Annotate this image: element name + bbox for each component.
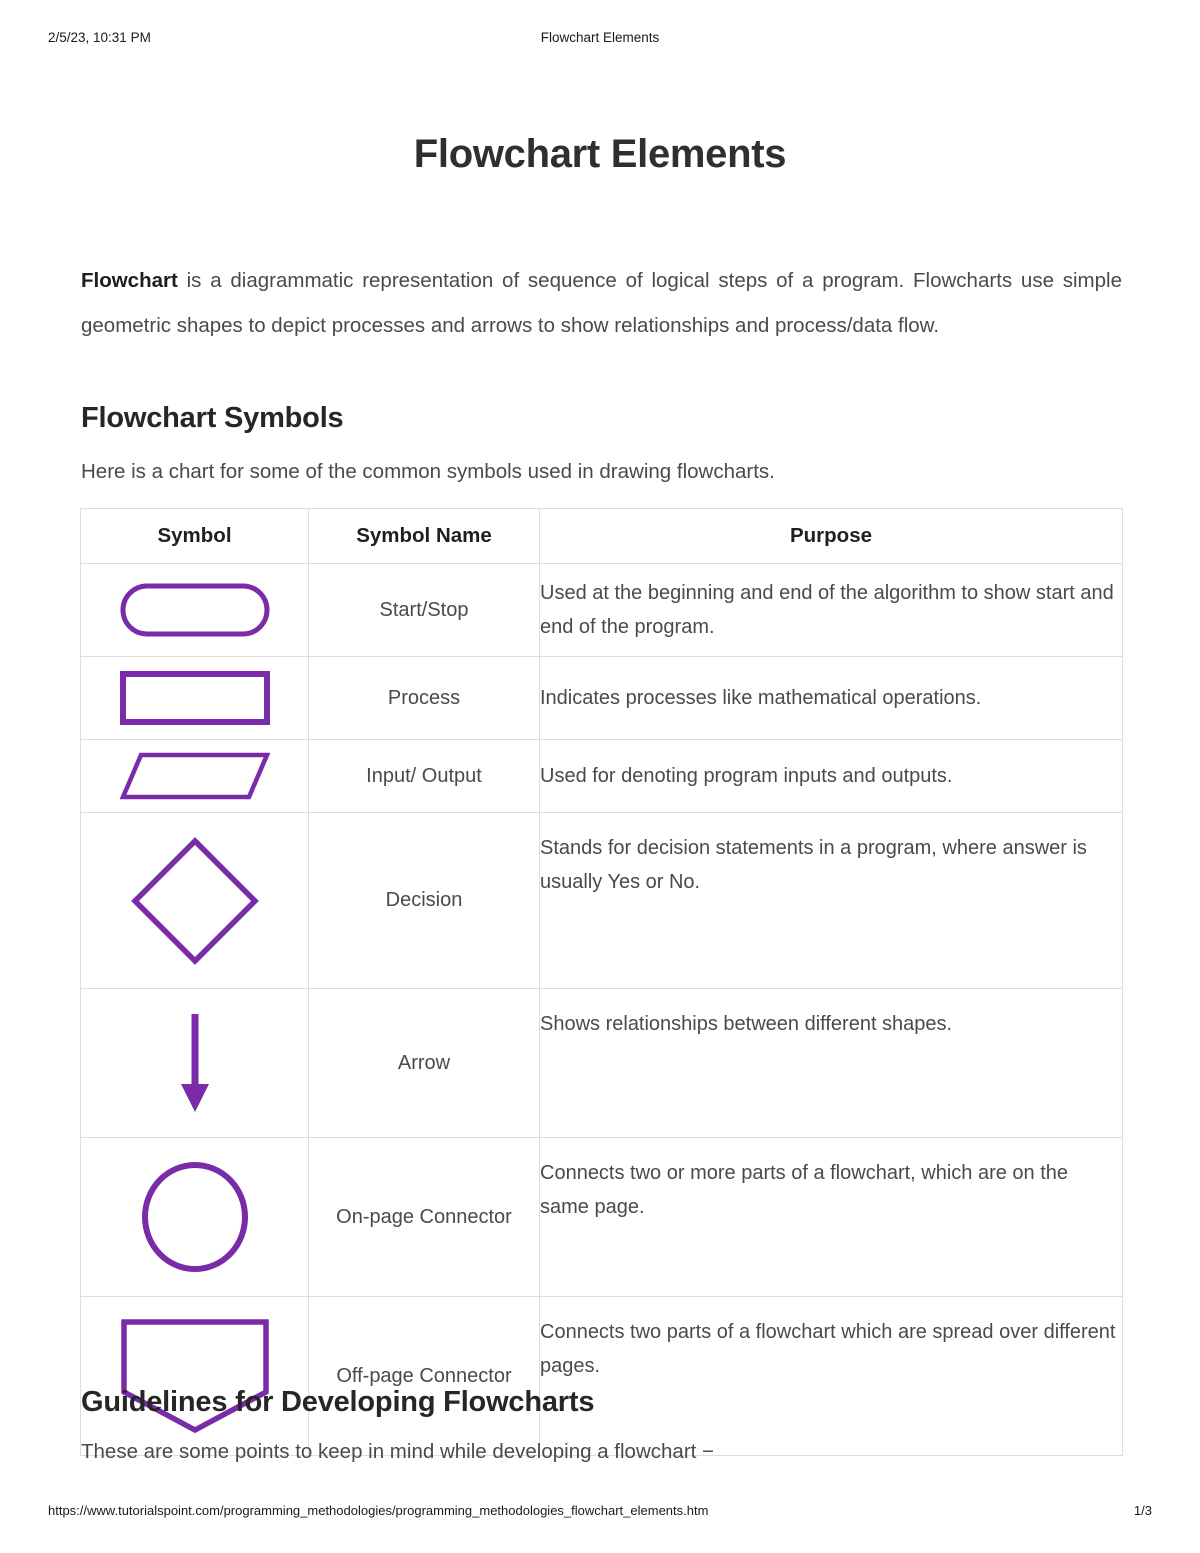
section-lead-flowchart-symbols: Here is a chart for some of the common s… [81, 460, 775, 483]
section-heading-flowchart-symbols: Flowchart Symbols [81, 402, 344, 434]
symbol-purpose-cell: Used for denoting program inputs and out… [539, 739, 1123, 813]
circle-shape-icon [139, 1161, 251, 1273]
table-row: Off-page Connector Connects two parts of… [80, 1296, 1123, 1456]
symbol-name-cell: Arrow [308, 988, 540, 1138]
intro-body-text: is a diagrammatic representation of sequ… [81, 269, 1122, 337]
column-header-purpose: Purpose [539, 508, 1123, 564]
symbol-name-cell: Process [308, 656, 540, 740]
table-row: Process Indicates processes like mathema… [80, 656, 1123, 740]
footer-source-url: https://www.tutorialspoint.com/programmi… [48, 1503, 709, 1518]
table-row: Arrow Shows relationships between differ… [80, 988, 1123, 1138]
rectangle-shape-icon [119, 671, 270, 725]
symbol-name-cell: Decision [308, 812, 540, 989]
symbol-cell-off-page-connector [80, 1296, 309, 1456]
print-header: 2/5/23, 10:31 PM Flowchart Elements [0, 30, 1200, 50]
table-row: On-page Connector Connects two or more p… [80, 1137, 1123, 1297]
symbol-cell-process [80, 656, 309, 740]
page-title: Flowchart Elements [413, 132, 787, 176]
symbol-name-cell: Start/Stop [308, 563, 540, 657]
symbol-purpose-cell: Indicates processes like mathematical op… [539, 656, 1123, 740]
column-header-symbol-name: Symbol Name [308, 508, 540, 564]
table-row: Input/ Output Used for denoting program … [80, 739, 1123, 813]
symbol-purpose-cell: Connects two or more parts of a flowchar… [539, 1137, 1123, 1297]
symbol-cell-input-output [80, 739, 309, 813]
flowchart-symbols-table: Symbol Symbol Name Purpose Start/Stop Us… [80, 508, 1123, 1456]
symbol-cell-decision [80, 812, 309, 989]
footer-page-number: 1/3 [1133, 1503, 1152, 1518]
symbol-name-cell: On-page Connector [308, 1137, 540, 1297]
section-heading-guidelines: Guidelines for Developing Flowcharts [81, 1386, 595, 1418]
symbol-purpose-cell: Connects two parts of a flowchart which … [539, 1296, 1123, 1456]
symbol-cell-arrow [80, 988, 309, 1138]
intro-paragraph: Flowchart is a diagrammatic representati… [81, 258, 1122, 348]
symbol-name-cell: Off-page Connector [308, 1296, 540, 1456]
symbol-purpose-cell: Used at the beginning and end of the alg… [539, 563, 1123, 657]
table-row: Start/Stop Used at the beginning and end… [80, 563, 1123, 657]
column-header-symbol: Symbol [80, 508, 309, 564]
down-arrow-shape-icon [173, 1010, 217, 1116]
table-row: Decision Stands for decision statements … [80, 812, 1123, 989]
diamond-shape-icon [130, 836, 259, 965]
table-header-row: Symbol Symbol Name Purpose [80, 508, 1123, 564]
print-footer: https://www.tutorialspoint.com/programmi… [0, 1503, 1200, 1523]
intro-bold-lead: Flowchart [81, 269, 178, 292]
rounded-rectangle-shape-icon [120, 583, 270, 637]
symbol-name-cell: Input/ Output [308, 739, 540, 813]
symbol-purpose-cell: Shows relationships between different sh… [539, 988, 1123, 1138]
symbol-purpose-cell: Stands for decision statements in a prog… [539, 812, 1123, 989]
print-header-title: Flowchart Elements [540, 30, 660, 45]
parallelogram-shape-icon [119, 752, 270, 800]
symbol-cell-on-page-connector [80, 1137, 309, 1297]
symbol-cell-start-stop [80, 563, 309, 657]
section-lead-guidelines: These are some points to keep in mind wh… [81, 1440, 715, 1463]
